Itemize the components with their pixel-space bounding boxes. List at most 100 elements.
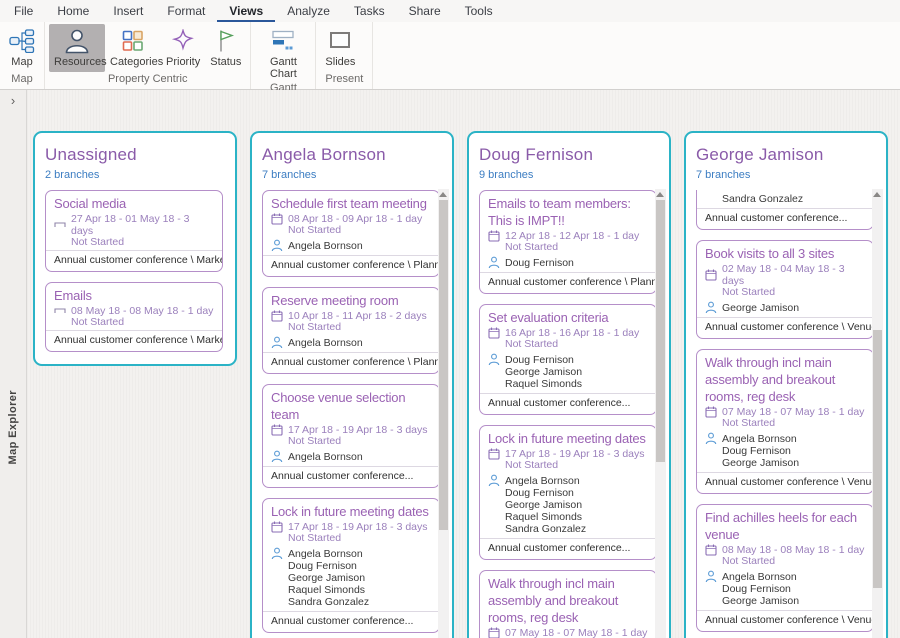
tab-tasks[interactable]: Tasks xyxy=(342,1,397,22)
card-status: Not Started xyxy=(263,436,439,447)
resource-list: Sandra Gonzalez xyxy=(697,190,873,206)
map-explorer-panel: › Map Explorer xyxy=(0,90,27,638)
map-button[interactable]: Map xyxy=(4,24,40,72)
column-scrollbar[interactable] xyxy=(655,189,666,638)
column-unassigned: Unassigned2 branchesSocial media27 Apr 1… xyxy=(33,131,237,366)
tab-format[interactable]: Format xyxy=(155,1,217,22)
task-card[interactable]: Reserve meeting room10 Apr 18 - 11 Apr 1… xyxy=(262,287,440,374)
resource-name: George Jamison xyxy=(722,457,799,469)
tab-views[interactable]: Views xyxy=(217,1,275,22)
resource-name: Angela Bornson xyxy=(288,548,363,560)
calendar-icon xyxy=(271,213,283,225)
task-card[interactable]: Walk through incl main assembly and brea… xyxy=(479,570,657,638)
card-breadcrumb: Annual customer conference... xyxy=(480,393,656,414)
resource-name: Angela Bornson xyxy=(288,451,363,463)
card-breadcrumb: Annual customer conference \ Planning xyxy=(263,255,439,276)
priority-pin-icon xyxy=(171,27,195,54)
resource-name: Sandra Gonzalez xyxy=(722,193,803,205)
person-small-icon xyxy=(271,239,283,252)
tab-home[interactable]: Home xyxy=(45,1,101,22)
task-card[interactable]: Emails to team members: This is IMPT!!12… xyxy=(479,190,657,294)
priority-button[interactable]: Priority xyxy=(161,24,205,72)
scroll-up-arrow-icon[interactable] xyxy=(873,192,881,197)
scrollbar-thumb[interactable] xyxy=(656,200,665,462)
resources-board: Unassigned2 branchesSocial media27 Apr 1… xyxy=(27,90,900,638)
scroll-up-arrow-icon[interactable] xyxy=(656,192,664,197)
card-title: Choose venue selection team xyxy=(263,385,439,424)
person-small-icon xyxy=(705,570,717,583)
task-card[interactable]: Lock in future meeting dates17 Apr 18 - … xyxy=(262,498,440,633)
resource-name: Angela Bornson xyxy=(288,337,363,349)
resource-name: Raquel Simonds xyxy=(288,584,365,596)
slides-button[interactable]: Slides xyxy=(320,24,360,72)
scrollbar-thumb[interactable] xyxy=(873,330,882,588)
ribbon-button-label: Status xyxy=(210,56,241,68)
task-card[interactable]: Set evaluation criteria16 Apr 18 - 16 Ap… xyxy=(479,304,657,415)
resource-list: George Jamison xyxy=(697,298,873,315)
calendar-icon xyxy=(488,448,500,460)
task-card[interactable]: Emails08 May 18 - 08 May 18 - 1 dayNot S… xyxy=(45,282,223,352)
card-title: Find achilles heels for each venue xyxy=(697,505,873,544)
tab-insert[interactable]: Insert xyxy=(101,1,155,22)
resource-name: Doug Fernison xyxy=(505,354,574,366)
calendar-icon xyxy=(488,327,500,339)
task-card[interactable]: Find achilles heels for each venue08 May… xyxy=(696,504,874,632)
task-card[interactable]: Lock in future meeting dates17 Apr 18 - … xyxy=(479,425,657,560)
scroll-up-arrow-icon[interactable] xyxy=(439,192,447,197)
column-scrollbar[interactable] xyxy=(872,189,883,638)
resource-row: Raquel Simonds xyxy=(271,584,431,596)
resource-name: Angela Bornson xyxy=(288,240,363,252)
gantt-chart-button[interactable]: Gantt Chart xyxy=(255,24,311,81)
rollup-icon xyxy=(54,219,66,231)
status-flag-icon xyxy=(215,27,237,54)
resource-row: Raquel Simonds xyxy=(488,511,648,523)
card-breadcrumb: Annual customer conference... xyxy=(697,208,873,229)
column-scrollbar[interactable] xyxy=(438,189,449,638)
card-dates-row: 27 Apr 18 - 01 May 18 - 3 days xyxy=(46,213,222,237)
resource-name: Angela Bornson xyxy=(722,571,797,583)
resource-list: Doug Fernison xyxy=(480,253,656,270)
tab-share[interactable]: Share xyxy=(397,1,453,22)
scrollbar-thumb[interactable] xyxy=(439,200,448,530)
resource-row: George Jamison xyxy=(271,572,431,584)
resource-name: George Jamison xyxy=(288,572,365,584)
card-breadcrumb: Annual customer conference \ Marketing xyxy=(46,330,222,351)
card-list: Sandra Gonzalez Annual customer conferenc… xyxy=(696,190,874,638)
ribbon-group-property-centric: ResourcesCategoriesPriorityStatusPropert… xyxy=(45,22,251,89)
task-card[interactable]: Social media27 Apr 18 - 01 May 18 - 3 da… xyxy=(45,190,223,272)
tab-tools[interactable]: Tools xyxy=(453,1,505,22)
calendar-icon xyxy=(488,627,500,638)
ribbon-group-map: MapMap xyxy=(0,22,45,89)
calendar-icon xyxy=(271,521,283,533)
card-title: Lock in future meeting dates xyxy=(263,499,439,521)
map-explorer-label: Map Explorer xyxy=(7,390,19,465)
card-list: Schedule first team meeting08 Apr 18 - 0… xyxy=(262,190,440,638)
task-card[interactable]: Book visits to all 3 sites02 May 18 - 04… xyxy=(696,240,874,339)
person-small-icon xyxy=(705,301,717,314)
task-card[interactable]: Schedule first team meeting08 Apr 18 - 0… xyxy=(262,190,440,277)
categories-button[interactable]: Categories xyxy=(105,24,161,72)
task-card[interactable]: Choose venue selection team17 Apr 18 - 1… xyxy=(262,384,440,488)
card-title: Schedule first team meeting xyxy=(263,191,439,213)
column-angela-bornson: Angela Bornson7 branchesSchedule first t… xyxy=(250,131,454,638)
card-status: Not Started xyxy=(46,317,222,328)
calendar-icon xyxy=(488,230,500,242)
resource-row: George Jamison xyxy=(705,301,865,314)
status-button[interactable]: Status xyxy=(205,24,246,72)
resources-button[interactable]: Resources xyxy=(49,24,105,72)
chevron-right-icon[interactable]: › xyxy=(0,94,26,108)
ribbon-button-label: Priority xyxy=(166,56,200,68)
tab-analyze[interactable]: Analyze xyxy=(275,1,342,22)
resource-row: Sandra Gonzalez xyxy=(705,193,865,205)
card-title: Emails xyxy=(46,283,222,305)
resource-name: George Jamison xyxy=(722,595,799,607)
gantt-icon xyxy=(270,27,296,54)
task-card[interactable]: Sandra Gonzalez Annual customer conferenc… xyxy=(696,190,874,230)
card-breadcrumb: Annual customer conference \ Venue \ Ons… xyxy=(697,472,873,493)
resource-row: Doug Fernison xyxy=(705,583,865,595)
card-dates-row: 02 May 18 - 04 May 18 - 3 days xyxy=(697,263,873,287)
tab-file[interactable]: File xyxy=(2,1,45,22)
task-card[interactable]: Walk through incl main assembly and brea… xyxy=(696,349,874,494)
card-status: Not Started xyxy=(263,533,439,544)
card-title: Emails to team members: This is IMPT!! xyxy=(480,191,656,230)
